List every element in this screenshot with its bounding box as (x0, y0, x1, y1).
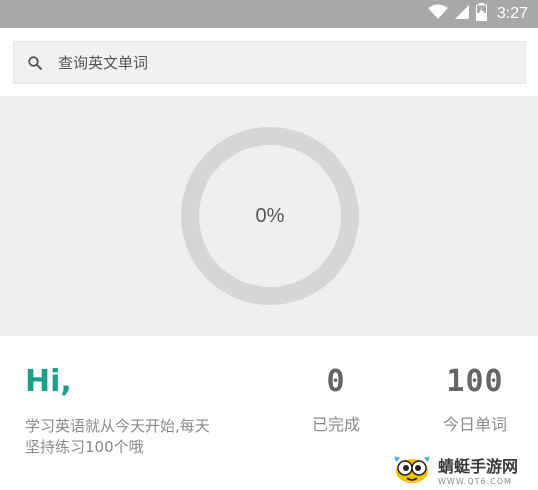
today-words-stat[interactable]: 100 今日单词 (420, 364, 530, 435)
motto-line-1: 学习英语就从今天开始,每天 (25, 417, 210, 435)
watermark: 蜻蜓手游网 WWW.QT6.COM (392, 452, 518, 486)
search-bar (0, 28, 538, 96)
watermark-title: 蜻蜓手游网 (438, 456, 519, 476)
completed-stat[interactable]: 0 已完成 (296, 364, 376, 435)
search-input[interactable] (58, 53, 498, 72)
cell-signal-icon (454, 4, 470, 24)
battery-charging-icon (475, 3, 487, 25)
greeting-title: Hi, (25, 364, 72, 399)
motto-line-2: 坚持练习100个哦 (25, 438, 144, 456)
watermark-text: 蜻蜓手游网 WWW.QT6.COM (438, 453, 518, 486)
status-icons: 3:27 (427, 0, 528, 28)
search-box[interactable] (13, 41, 526, 84)
progress-panel: 0% (0, 96, 538, 336)
completed-label: 已完成 (311, 415, 360, 434)
completed-count: 0 (326, 364, 346, 399)
today-words-label: 今日单词 (442, 415, 507, 434)
watermark-url: WWW.QT6.COM (438, 476, 512, 486)
progress-percent: 0% (255, 204, 285, 227)
wifi-icon (427, 4, 448, 24)
status-bar: 3:27 (0, 0, 538, 28)
today-words-count: 100 (446, 364, 504, 399)
status-time: 3:27 (496, 5, 528, 22)
dragonfly-logo-icon (394, 456, 430, 483)
greeting-motto: 学习英语就从今天开始,每天 坚持练习100个哦 (25, 416, 255, 458)
search-icon[interactable] (28, 55, 44, 71)
